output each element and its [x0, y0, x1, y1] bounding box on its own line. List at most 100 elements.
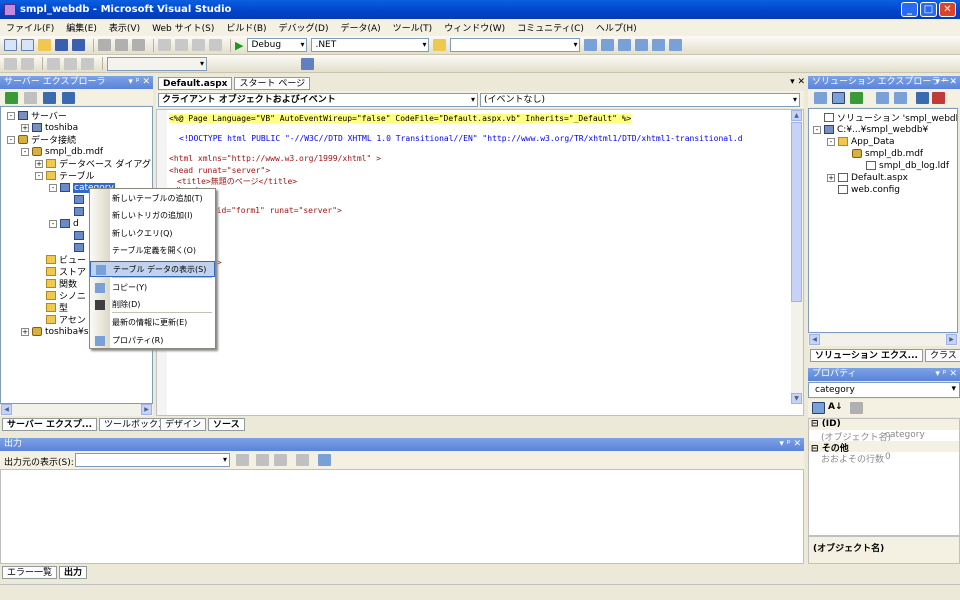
tree-node[interactable] [63, 230, 87, 241]
code-editor[interactable]: <%@ Page Language="VB" AutoEventWireup="… [156, 109, 804, 416]
copy-icon[interactable] [115, 39, 128, 51]
menu-item[interactable]: コミュニティ(C) [517, 21, 584, 34]
add-item-icon[interactable] [21, 39, 34, 51]
show-all-files-icon[interactable] [832, 92, 845, 104]
collapse-icon[interactable]: - [49, 219, 57, 228]
collapse-icon[interactable]: - [827, 137, 835, 146]
expand-icon[interactable]: + [21, 327, 29, 336]
toolbox-icon[interactable] [635, 39, 649, 51]
outdent-icon[interactable] [4, 57, 17, 70]
find-message-icon[interactable] [236, 454, 249, 466]
menu-item[interactable]: ファイル(F) [6, 21, 54, 34]
clear-all-icon[interactable] [296, 454, 309, 466]
comment-icon[interactable] [47, 57, 60, 70]
scroll-right-button[interactable]: ▶ [946, 334, 957, 345]
tree-node[interactable]: + toshiba¥s [21, 326, 89, 337]
properties-icon[interactable] [601, 39, 615, 51]
collapse-icon[interactable]: - [21, 147, 29, 156]
expand-icon[interactable]: + [21, 123, 29, 132]
collapse-icon[interactable]: - [7, 111, 15, 120]
tree-node[interactable]: - smpl_db.mdf [21, 146, 103, 157]
tab[interactable]: サーバー エクスプ... [2, 418, 98, 431]
view-designer-icon[interactable] [894, 92, 907, 104]
platform-combo[interactable]: .NET [311, 38, 430, 52]
tree-node[interactable]: 関数 [35, 278, 77, 290]
output-text[interactable] [0, 469, 804, 564]
find-combo[interactable] [450, 38, 581, 52]
tree-node[interactable]: ストア [35, 266, 86, 278]
refresh-icon[interactable] [850, 92, 863, 104]
menu-item[interactable]: Web サイト(S) [152, 21, 214, 34]
expand-icon[interactable]: + [35, 159, 43, 168]
tab[interactable]: デザイン [160, 418, 207, 431]
view-code-icon[interactable] [876, 92, 889, 104]
tree-node[interactable]: -d [49, 218, 79, 229]
tree-node[interactable]: smpl_db_log.ldf [855, 160, 949, 171]
menu-item[interactable]: ウィンドウ(W) [444, 21, 505, 34]
redo-icon[interactable] [175, 39, 188, 51]
connect-database-icon[interactable] [43, 92, 56, 104]
start-page-icon[interactable] [652, 39, 666, 51]
uncomment-icon[interactable] [64, 57, 77, 70]
context-menu-item[interactable]: 新しいテーブルの追加(T) [90, 191, 215, 207]
context-menu-item[interactable]: 最新の情報に更新(E) [90, 315, 215, 331]
tab[interactable]: ソース [208, 418, 245, 431]
tab[interactable]: スタート ページ [234, 77, 311, 90]
collapse-icon[interactable]: - [49, 183, 57, 192]
client-objects-combo[interactable]: クライアント オブジェクトおよびイベント [158, 93, 478, 107]
save-all-icon[interactable] [72, 39, 85, 51]
pane-buttons[interactable]: ▾ ᵖ ✕ [779, 438, 801, 451]
tree-node[interactable]: - C:¥...¥smpl_webdb¥ [813, 124, 928, 135]
tree-node[interactable]: - サーバー [7, 110, 67, 122]
next-message-icon[interactable] [274, 454, 287, 466]
alphabetical-icon[interactable]: A↓ [828, 402, 843, 412]
context-menu-item[interactable]: コピー(Y) [90, 280, 215, 296]
start-debug-icon[interactable]: ▶ [235, 39, 243, 52]
server-explorer-hscroll[interactable]: ◀ ▶ [0, 404, 153, 416]
tree-node[interactable]: 型 [35, 302, 68, 314]
bookmark-icon[interactable] [81, 57, 94, 70]
tab[interactable]: Default.aspx [158, 77, 233, 90]
collapse-icon[interactable]: ⊟ [811, 419, 822, 429]
collapse-icon[interactable]: - [7, 135, 15, 144]
context-menu-item[interactable]: 削除(D) [90, 297, 215, 313]
tab[interactable]: 出力 [59, 566, 88, 579]
tree-node[interactable]: + toshiba [21, 122, 78, 133]
categorized-icon[interactable] [812, 402, 825, 414]
tree-node[interactable]: ソリューション 'smpl_webdb' (1 プロジ [813, 112, 957, 124]
menu-item[interactable]: ヘルプ(H) [596, 21, 637, 34]
pane-buttons[interactable]: ▾ ᵖ ✕ [935, 368, 957, 381]
cut-icon[interactable] [98, 39, 111, 51]
tree-node[interactable] [63, 242, 87, 253]
expand-icon[interactable]: + [827, 173, 835, 182]
solution-explorer-hscroll[interactable]: ◀ ▶ [808, 334, 958, 346]
scroll-left-button[interactable]: ◀ [809, 334, 820, 345]
property-category[interactable]: ⊟ その他 [809, 441, 959, 454]
scroll-right-button[interactable]: ▶ [141, 404, 152, 415]
pane-buttons[interactable]: ▾ ᵖ ✕ [935, 76, 957, 89]
minimize-button[interactable]: _ [901, 2, 918, 17]
open-icon[interactable] [38, 39, 51, 51]
collapse-icon[interactable]: - [35, 171, 43, 180]
indent-icon[interactable] [21, 57, 34, 70]
config-combo[interactable]: Debug [247, 38, 308, 52]
menu-item[interactable]: ビルド(B) [226, 21, 266, 34]
menu-item[interactable]: 表示(V) [109, 21, 140, 34]
save-icon[interactable] [55, 39, 68, 51]
tree-node[interactable]: - App_Data [827, 136, 895, 147]
tree-node[interactable]: - データ接続 [7, 134, 76, 146]
asp-config-icon[interactable] [932, 92, 945, 104]
tree-node[interactable] [63, 206, 87, 217]
copy-website-icon[interactable] [916, 92, 929, 104]
chevron-down-icon[interactable]: ▾ [951, 384, 956, 394]
stop-icon[interactable] [24, 92, 37, 104]
tab[interactable]: ソリューション エクス... [810, 349, 923, 362]
tree-node[interactable]: smpl_db.mdf [841, 148, 923, 159]
object-browser-icon[interactable] [618, 39, 632, 51]
context-menu-item[interactable]: テーブル定義を開く(O) [90, 243, 215, 259]
maximize-button[interactable]: □ [920, 2, 937, 17]
navigate-forward-icon[interactable] [209, 39, 222, 51]
context-menu-item[interactable]: プロパティ(R) [90, 333, 215, 349]
undo-icon[interactable] [158, 39, 171, 51]
property-pages-icon[interactable] [850, 402, 863, 414]
